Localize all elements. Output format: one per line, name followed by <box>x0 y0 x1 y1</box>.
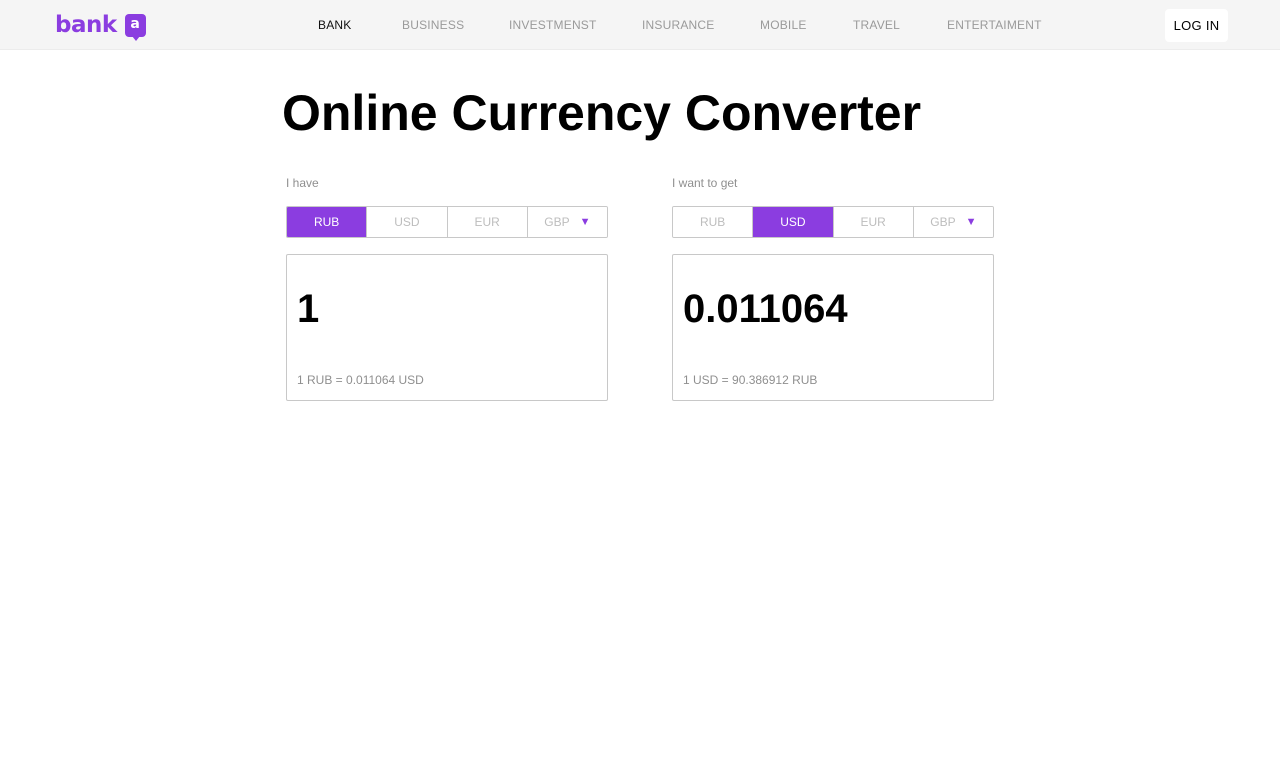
logo-badge-letter: a <box>130 15 140 32</box>
have-panel: I have RUB USD EUR GBP ▼ 1 RUB = 0.01106… <box>286 175 608 401</box>
have-tab-usd[interactable]: USD <box>367 207 448 237</box>
want-tab-rub-label: RUB <box>699 215 726 229</box>
have-rate-text: 1 RUB = 0.011064 USD <box>297 373 424 387</box>
want-panel: I want to get RUB USD EUR GBP ▼ 1 USD = … <box>672 175 994 401</box>
login-button[interactable]: LOG IN <box>1165 9 1228 42</box>
have-tab-rub[interactable]: RUB <box>287 207 368 237</box>
logo-badge-icon: a <box>124 13 146 41</box>
nav-item-mobile[interactable]: MOBILE <box>760 18 807 32</box>
want-label: I want to get <box>672 176 738 190</box>
caret-down-icon: ▼ <box>965 216 977 228</box>
bank-logo[interactable]: bank a <box>55 12 146 41</box>
want-tab-usd[interactable]: USD <box>753 207 834 237</box>
have-tab-rub-label: RUB <box>313 215 340 229</box>
have-tab-eur-label: EUR <box>474 215 500 229</box>
caret-down-icon: ▼ <box>579 216 591 228</box>
nav-item-bank[interactable]: BANK <box>318 18 351 32</box>
nav-item-investments[interactable]: INVESTMENST <box>509 18 597 32</box>
top-header: bank a BANK BUSINESS INVESTMENST INSURAN… <box>0 0 1280 50</box>
nav-item-entertainment[interactable]: ENTERTAIMENT <box>947 18 1042 32</box>
want-tab-eur[interactable]: EUR <box>833 207 914 237</box>
have-tab-usd-label: USD <box>394 215 420 229</box>
have-tab-gbp-label: GBP <box>544 215 570 229</box>
have-amount-box: 1 RUB = 0.011064 USD <box>286 254 608 401</box>
logo-wordmark: bank <box>55 12 117 38</box>
want-tab-rub[interactable]: RUB <box>673 207 754 237</box>
want-tab-gbp-dropdown[interactable]: GBP ▼ <box>913 207 993 237</box>
have-amount-input[interactable] <box>297 285 597 333</box>
want-rate-text: 1 USD = 90.386912 RUB <box>683 373 818 387</box>
have-tab-eur[interactable]: EUR <box>447 207 528 237</box>
nav-item-business[interactable]: BUSINESS <box>402 18 464 32</box>
have-label: I have <box>286 176 319 190</box>
nav-item-travel[interactable]: TRAVEL <box>853 18 900 32</box>
page-title: Online Currency Converter <box>282 85 922 141</box>
have-currency-tabs: RUB USD EUR GBP ▼ <box>286 206 608 238</box>
want-tab-usd-label: USD <box>780 215 806 229</box>
want-tab-gbp-label: GBP <box>930 215 956 229</box>
have-tab-gbp-dropdown[interactable]: GBP ▼ <box>527 207 607 237</box>
nav-item-insurance[interactable]: INSURANCE <box>642 18 714 32</box>
want-tab-eur-label: EUR <box>860 215 886 229</box>
want-amount-input[interactable] <box>683 285 983 333</box>
want-currency-tabs: RUB USD EUR GBP ▼ <box>672 206 994 238</box>
want-amount-box: 1 USD = 90.386912 RUB <box>672 254 994 401</box>
